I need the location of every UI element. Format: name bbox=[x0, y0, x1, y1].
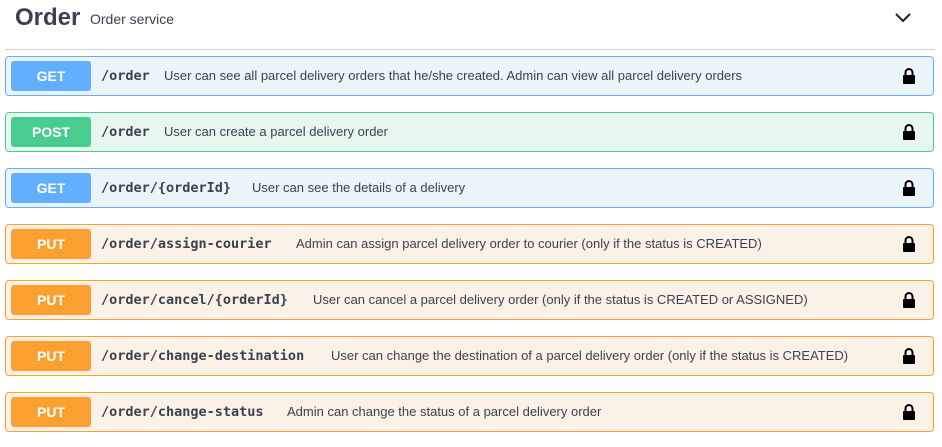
method-badge: PUT bbox=[11, 229, 91, 259]
operation-summary: User can see all parcel delivery orders … bbox=[164, 68, 743, 83]
operation-put-assign-courier[interactable]: PUT /order/assign-courier Admin can assi… bbox=[5, 224, 934, 264]
operation-summary: User can cancel a parcel delivery order … bbox=[313, 292, 808, 307]
operation-path: /order/assign-courier bbox=[101, 236, 272, 252]
operation-put-change-status[interactable]: PUT /order/change-status Admin can chang… bbox=[5, 392, 934, 432]
lock-icon[interactable] bbox=[902, 123, 916, 141]
lock-icon[interactable] bbox=[902, 291, 916, 309]
operation-path: /order/cancel/{orderId} bbox=[101, 292, 288, 308]
method-badge: GET bbox=[11, 61, 91, 91]
operation-path: /order/change-destination bbox=[101, 348, 305, 364]
order-tag-section: Order Order service GET /order User can … bbox=[0, 0, 942, 447]
tag-description: Order service bbox=[90, 11, 175, 27]
operation-summary: Admin can assign parcel delivery order t… bbox=[296, 236, 762, 251]
operation-get-order[interactable]: GET /order User can see all parcel deliv… bbox=[5, 56, 934, 96]
tag-header[interactable]: Order Order service bbox=[5, 0, 935, 50]
lock-icon[interactable] bbox=[902, 179, 916, 197]
method-badge: PUT bbox=[11, 341, 91, 371]
operation-post-order[interactable]: POST /order User can create a parcel del… bbox=[5, 112, 934, 152]
operation-summary: User can change the destination of a par… bbox=[331, 348, 849, 363]
operation-put-change-destination[interactable]: PUT /order/change-destination User can c… bbox=[5, 336, 934, 376]
operation-path: /order bbox=[101, 124, 150, 140]
operation-get-order-by-id[interactable]: GET /order/{orderId} User can see the de… bbox=[5, 168, 934, 208]
method-badge: POST bbox=[11, 117, 91, 147]
lock-icon[interactable] bbox=[902, 403, 916, 421]
operation-summary: Admin can change the status of a parcel … bbox=[287, 404, 602, 419]
lock-icon[interactable] bbox=[902, 67, 916, 85]
operation-summary: User can see the details of a delivery bbox=[252, 180, 466, 195]
method-badge: GET bbox=[11, 173, 91, 203]
lock-icon[interactable] bbox=[902, 235, 916, 253]
operation-summary: User can create a parcel delivery order bbox=[164, 124, 388, 139]
chevron-down-icon[interactable] bbox=[893, 8, 913, 28]
method-badge: PUT bbox=[11, 397, 91, 427]
method-badge: PUT bbox=[11, 285, 91, 315]
operation-path: /order/change-status bbox=[101, 404, 264, 420]
operation-path: /order/{orderId} bbox=[101, 180, 232, 196]
operation-path: /order bbox=[101, 68, 150, 84]
operation-put-cancel[interactable]: PUT /order/cancel/{orderId} User can can… bbox=[5, 280, 934, 320]
tag-title: Order bbox=[15, 4, 81, 31]
lock-icon[interactable] bbox=[902, 347, 916, 365]
